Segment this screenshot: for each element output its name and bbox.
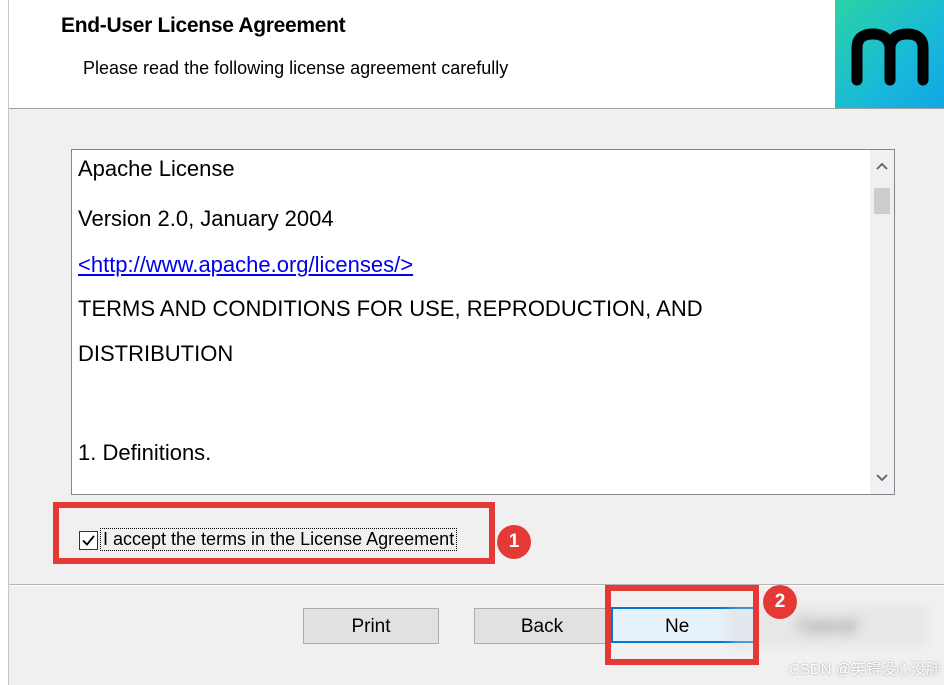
license-line-title: Apache License <box>78 156 235 181</box>
highlight-box-accept <box>53 502 495 564</box>
print-button[interactable]: Print <box>303 608 439 644</box>
license-line-terms: TERMS AND CONDITIONS FOR USE, REPRODUCTI… <box>78 296 703 321</box>
watermark-text: CSDN @笑锝没心没肺 <box>789 661 941 678</box>
chevron-up-icon[interactable] <box>870 154 894 178</box>
header-banner: End-User License Agreement Please read t… <box>9 0 944 109</box>
back-button[interactable]: Back <box>474 608 610 644</box>
highlight-box-next <box>605 585 759 665</box>
license-line-version: Version 2.0, January 2004 <box>78 206 334 231</box>
step-badge-2: 2 <box>763 585 797 619</box>
chevron-down-icon[interactable] <box>870 466 894 490</box>
m-logo-icon <box>851 28 929 86</box>
scrollbar-thumb[interactable] <box>874 188 890 214</box>
license-line-distribution: DISTRIBUTION <box>78 341 234 366</box>
page-title: End-User License Agreement <box>61 14 346 37</box>
app-logo <box>835 0 944 108</box>
vertical-scrollbar[interactable] <box>870 150 894 494</box>
footer-separator <box>9 584 944 586</box>
step-badge-1: 1 <box>497 525 531 559</box>
license-text-box[interactable]: Apache License Version 2.0, January 2004… <box>71 149 895 495</box>
license-link[interactable]: <http://www.apache.org/licenses/> <box>78 252 413 278</box>
page-subtitle: Please read the following license agreem… <box>83 58 509 78</box>
installer-window: End-User License Agreement Please read t… <box>8 0 944 685</box>
license-line-definitions: 1. Definitions. <box>78 440 212 465</box>
